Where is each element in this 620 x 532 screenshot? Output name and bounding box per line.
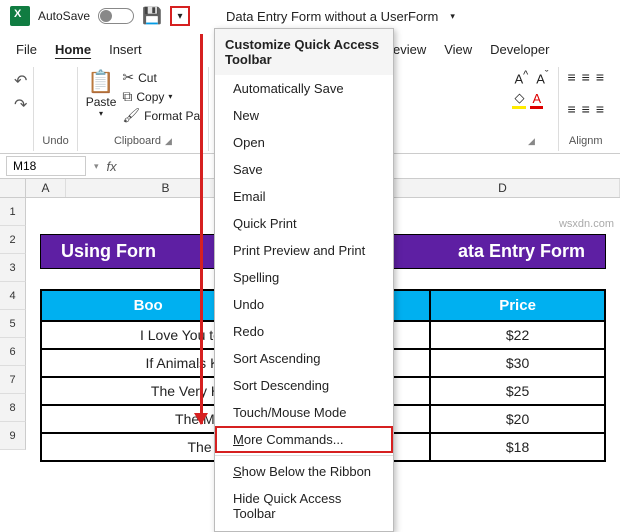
dropdown-item[interactable]: Touch/Mouse Mode (215, 399, 393, 426)
dropdown-more-commands[interactable]: More Commands... (215, 426, 393, 453)
tab-file[interactable]: File (14, 38, 39, 63)
clipboard-launcher-icon[interactable]: ◢ (165, 136, 172, 147)
cut-button[interactable]: ✂Cut (122, 69, 200, 86)
align-top-icon[interactable]: ≡ (567, 69, 575, 85)
clipboard-group-label: Clipboard (114, 135, 161, 147)
brush-icon: 🖌 (122, 107, 140, 124)
tab-insert[interactable]: Insert (107, 38, 144, 63)
autosave-label: AutoSave (38, 9, 90, 23)
col-header-a[interactable]: A (26, 179, 66, 197)
row-header[interactable]: 3 (0, 254, 26, 282)
dropdown-item[interactable]: Quick Print (215, 210, 393, 237)
row-header[interactable]: 8 (0, 394, 26, 422)
dropdown-item[interactable]: Sort Descending (215, 372, 393, 399)
dropdown-title: Customize Quick Access Toolbar (215, 29, 393, 75)
tab-home[interactable]: Home (53, 38, 93, 63)
col-price[interactable]: Price (430, 290, 605, 321)
qat-dropdown-menu: Customize Quick Access Toolbar Automatic… (214, 28, 394, 532)
row-header[interactable]: 4 (0, 282, 26, 310)
save-icon[interactable]: 💾 (142, 6, 162, 26)
dropdown-separator (215, 455, 393, 456)
font-launcher-icon[interactable]: ◢ (528, 136, 535, 147)
autosave-toggle[interactable] (98, 8, 134, 24)
font-color-button[interactable]: A (530, 91, 543, 109)
align-right-icon[interactable]: ≡ (596, 101, 604, 117)
name-box[interactable] (6, 156, 86, 176)
watermark: wsxdn.com (559, 218, 614, 230)
copy-button[interactable]: ⧉Copy▾ (122, 88, 200, 105)
dropdown-item[interactable]: Save (215, 156, 393, 183)
dropdown-item[interactable]: Undo (215, 291, 393, 318)
clipboard-group: 📋 Paste ▾ ✂Cut ⧉Copy▾ 🖌Format Pa Clipboa… (78, 67, 209, 151)
document-title: Data Entry Form without a UserForm (226, 9, 438, 24)
dropdown-item[interactable]: Email (215, 183, 393, 210)
dropdown-item[interactable]: Hide Quick Access Toolbar (215, 485, 393, 527)
dropdown-item[interactable]: Automatically Save (215, 75, 393, 102)
alignment-group: ≡ ≡ ≡ ≡ ≡ ≡ Alignm (559, 67, 612, 151)
paste-button[interactable]: 📋 Paste ▾ (86, 69, 117, 118)
undo-group: Undo (33, 67, 77, 151)
copy-icon: ⧉ (122, 88, 132, 105)
undo-redo-group: ↶ ↷ (8, 67, 33, 151)
tab-developer[interactable]: Developer (488, 38, 551, 63)
dropdown-item[interactable]: Spelling (215, 264, 393, 291)
dropdown-item[interactable]: Sort Ascending (215, 345, 393, 372)
cut-icon: ✂ (122, 69, 134, 86)
title-caret-icon[interactable]: ▾ (450, 11, 455, 22)
align-left-icon[interactable]: ≡ (567, 101, 575, 117)
annotation-arrow (200, 34, 203, 424)
row-header[interactable]: 5 (0, 310, 26, 338)
font-group: A^ Aˇ ◇ A ◢ (504, 67, 559, 151)
row-header[interactable]: 6 (0, 338, 26, 366)
paste-label: Paste (86, 95, 117, 109)
paste-icon: 📋 (87, 69, 114, 95)
dropdown-item[interactable]: Open (215, 129, 393, 156)
col-header-d[interactable]: D (386, 179, 620, 197)
alignment-group-label: Alignm (569, 133, 603, 149)
tab-view[interactable]: View (442, 38, 474, 63)
undo-icon[interactable]: ↶ (14, 71, 27, 91)
qat-dropdown-button[interactable]: ▾ (170, 6, 190, 26)
banner-left: Using Forn (61, 241, 156, 262)
fx-icon[interactable]: fx (107, 159, 117, 174)
banner-right: ata Entry Form (458, 241, 585, 262)
redo-icon[interactable]: ↷ (14, 95, 27, 115)
dropdown-item[interactable]: Redo (215, 318, 393, 345)
align-bottom-icon[interactable]: ≡ (596, 69, 604, 85)
excel-icon (10, 6, 30, 26)
dropdown-item[interactable]: Print Preview and Print (215, 237, 393, 264)
grow-font-button[interactable]: A^ (512, 69, 530, 86)
fill-color-button[interactable]: ◇ (512, 90, 526, 109)
dropdown-item[interactable]: New (215, 102, 393, 129)
undo-group-label: Undo (42, 133, 68, 149)
row-header[interactable]: 9 (0, 422, 26, 450)
format-painter-button[interactable]: 🖌Format Pa (122, 107, 200, 124)
select-all-corner[interactable] (0, 179, 26, 197)
align-center-icon[interactable]: ≡ (582, 101, 590, 117)
shrink-font-button[interactable]: Aˇ (534, 69, 550, 86)
row-header[interactable]: 1 (0, 198, 26, 226)
align-middle-icon[interactable]: ≡ (582, 69, 590, 85)
dropdown-item[interactable]: Show Below the Ribbon (215, 458, 393, 485)
row-header[interactable]: 7 (0, 366, 26, 394)
row-header[interactable]: 2 (0, 226, 26, 254)
